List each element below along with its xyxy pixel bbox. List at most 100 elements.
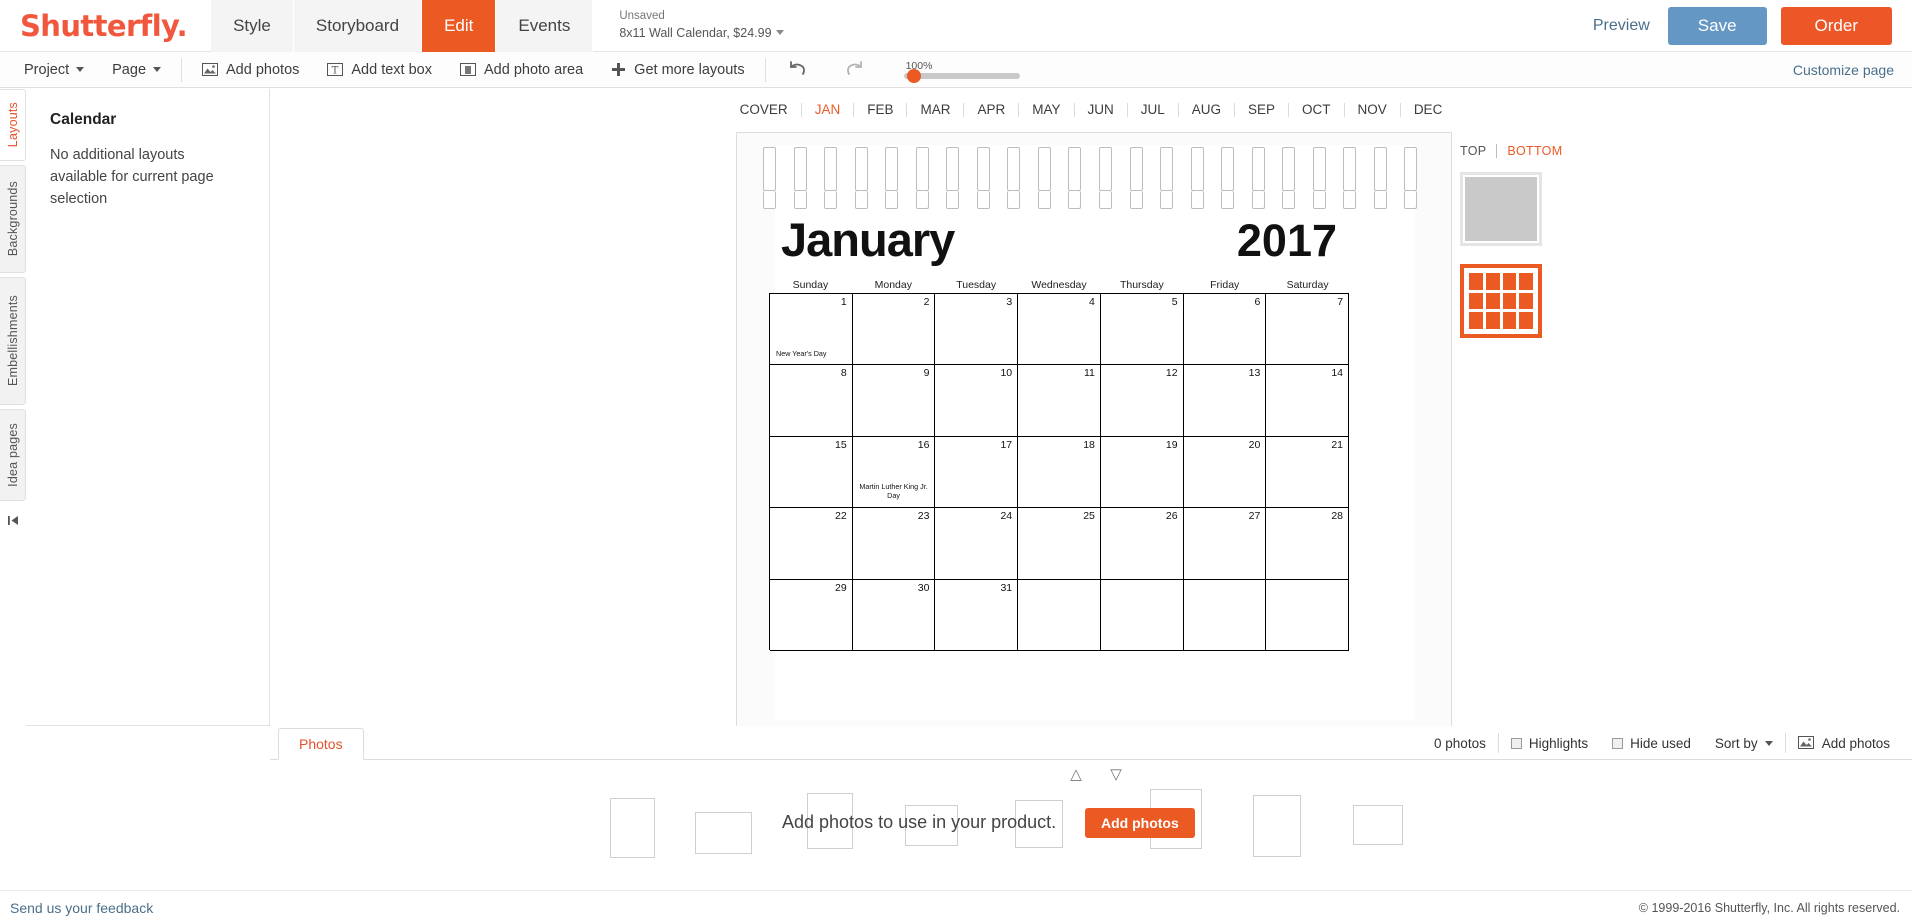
calendar-day-cell[interactable]: 27 [1183, 508, 1267, 580]
calendar-day-cell[interactable]: 4 [1018, 294, 1101, 366]
calendar-title-row: January 2017 [781, 216, 1337, 263]
month-tab-dec[interactable]: DEC [1401, 103, 1456, 117]
calendar-day-cell[interactable]: 30 [852, 579, 936, 651]
calendar-day-cell[interactable]: 13 [1183, 365, 1267, 437]
calendar-day-cell[interactable]: 15 [770, 436, 853, 509]
spiral-coil [1129, 147, 1143, 191]
project-details[interactable]: 8x11 Wall Calendar, $24.99 [619, 25, 784, 42]
thumbnail-cell [1469, 292, 1483, 310]
month-tab-mar[interactable]: MAR [907, 103, 965, 117]
calendar-day-cell[interactable]: 10 [935, 365, 1019, 437]
calendar-day-cell[interactable]: 16 Martin Luther King Jr. Day [852, 436, 936, 509]
spiral-coil-bottom [946, 191, 960, 209]
calendar-day-cell[interactable]: 3 [935, 294, 1019, 366]
add-photo-area-button[interactable]: Add photo area [446, 52, 597, 88]
calendar-day-cell[interactable]: 18 [1018, 436, 1101, 509]
tray-add-photos-button[interactable]: Add photos [1786, 735, 1902, 751]
calendar-day-cell[interactable]: 29 [770, 579, 853, 651]
month-tab-jul[interactable]: JUL [1128, 103, 1179, 117]
calendar-day-cell[interactable]: 25 [1018, 508, 1101, 580]
zoom-slider-handle[interactable] [906, 69, 921, 83]
thumbnail-cell [1502, 292, 1517, 310]
zoom-slider-track[interactable] [903, 69, 1020, 83]
calendar-day-cell[interactable]: 5 [1100, 294, 1184, 366]
sidebar-tab-idea-pages[interactable]: Idea pages [0, 409, 26, 501]
highlights-checkbox[interactable]: Highlights [1499, 736, 1600, 751]
calendar-page-canvas[interactable]: January 2017 Sunday Monday Tuesday Wednesda… [736, 132, 1452, 733]
customize-page-link[interactable]: Customize page [1793, 62, 1894, 78]
page-thumbnail-top[interactable] [1460, 172, 1542, 246]
get-more-layouts-button[interactable]: Get more layouts [597, 52, 758, 88]
calendar-day-cell[interactable]: 9 [852, 365, 936, 437]
calendar-day-cell[interactable] [1183, 579, 1267, 651]
page-side-top-button[interactable]: TOP [1460, 144, 1486, 158]
month-tab-may[interactable]: MAY [1019, 103, 1075, 117]
calendar-day-cell[interactable]: 24 [935, 508, 1019, 580]
tray-add-photos-cta[interactable]: Add photos [1085, 808, 1195, 838]
calendar-day-cell[interactable] [1100, 579, 1184, 651]
photos-tab[interactable]: Photos [278, 728, 364, 760]
calendar-day-cell[interactable]: 7 [1266, 294, 1350, 366]
nav-tab-events[interactable]: Events [496, 0, 594, 52]
add-photos-toolbar-button[interactable]: Add photos [188, 52, 313, 88]
calendar-day-cell[interactable]: 28 [1266, 508, 1350, 580]
page-thumbnail-bottom[interactable] [1460, 264, 1542, 338]
project-menu-button[interactable]: Project [10, 52, 98, 88]
sort-by-dropdown[interactable]: Sort by [1703, 736, 1785, 751]
nav-tab-storyboard[interactable]: Storyboard [293, 0, 423, 52]
page-menu-button[interactable]: Page [98, 52, 175, 88]
add-text-box-button[interactable]: T Add text box [313, 52, 446, 88]
month-tab-oct[interactable]: OCT [1289, 103, 1345, 117]
calendar-day-cell[interactable]: 19 [1100, 436, 1184, 509]
calendar-day-cell[interactable]: 1 New Year's Day [770, 294, 853, 366]
month-tab-sep[interactable]: SEP [1235, 103, 1290, 117]
shutterfly-logo[interactable]: Shutterfly. [20, 9, 188, 43]
calendar-day-cell[interactable]: 31 [935, 579, 1019, 651]
sidebar-tab-embellishments[interactable]: Embellishments [0, 277, 26, 405]
page-side-bottom-button[interactable]: BOTTOM [1507, 144, 1562, 158]
day-number: 15 [835, 438, 847, 451]
calendar-day-cell[interactable]: 6 [1183, 294, 1267, 366]
day-number: 11 [1083, 367, 1095, 380]
calendar-day-cell[interactable]: 20 [1183, 436, 1267, 509]
hide-used-checkbox[interactable]: Hide used [1600, 736, 1703, 751]
nav-tab-edit[interactable]: Edit [422, 0, 497, 52]
calendar-day-cell[interactable]: 17 [935, 436, 1019, 509]
undo-button[interactable] [772, 52, 830, 88]
order-button[interactable]: Order [1780, 6, 1892, 45]
sidebar-tab-layouts[interactable]: Layouts [0, 89, 26, 161]
save-button[interactable]: Save [1667, 6, 1767, 45]
redo-button[interactable] [830, 52, 888, 88]
calendar-day-cell[interactable]: 11 [1018, 365, 1101, 437]
month-tab-feb[interactable]: FEB [854, 103, 908, 117]
nav-tab-style[interactable]: Style [211, 0, 294, 52]
calendar-day-cell[interactable] [1018, 579, 1101, 651]
calendar-day-cell[interactable] [1266, 579, 1350, 651]
month-tab-jun[interactable]: JUN [1075, 103, 1128, 117]
calendar-day-cell[interactable]: 22 [770, 508, 853, 580]
month-tab-cover[interactable]: COVER [727, 103, 802, 117]
calendar-month-title[interactable]: January [781, 216, 955, 263]
month-tab-apr[interactable]: APR [964, 103, 1020, 117]
calendar-day-cell[interactable]: 26 [1100, 508, 1184, 580]
feedback-link[interactable]: Send us your feedback [10, 900, 153, 916]
preview-button[interactable]: Preview [1593, 17, 1650, 35]
chevron-up-icon[interactable]: △ [1063, 766, 1089, 783]
calendar-day-cell[interactable]: 12 [1100, 365, 1184, 437]
calendar-day-cell[interactable]: 8 [770, 365, 853, 437]
sidebar-tab-idea-pages-label: Idea pages [5, 423, 20, 487]
spiral-coil [1037, 147, 1051, 191]
calendar-day-cell[interactable]: 2 [852, 294, 936, 366]
month-tab-jan[interactable]: JAN [802, 103, 855, 117]
chevron-down-icon[interactable]: ▽ [1103, 766, 1129, 783]
day-number: 5 [1171, 296, 1178, 308]
month-tab-aug[interactable]: AUG [1179, 103, 1236, 117]
calendar-day-cell[interactable]: 21 [1266, 436, 1350, 509]
calendar-year-title[interactable]: 2017 [1237, 218, 1337, 263]
calendar-day-cell[interactable]: 23 [852, 508, 936, 580]
month-tab-nov[interactable]: NOV [1345, 103, 1401, 117]
collapse-panel-icon[interactable] [0, 507, 26, 533]
calendar-day-cell[interactable]: 14 [1266, 365, 1350, 437]
undo-icon [786, 60, 808, 79]
sidebar-tab-backgrounds[interactable]: Backgrounds [0, 165, 26, 273]
